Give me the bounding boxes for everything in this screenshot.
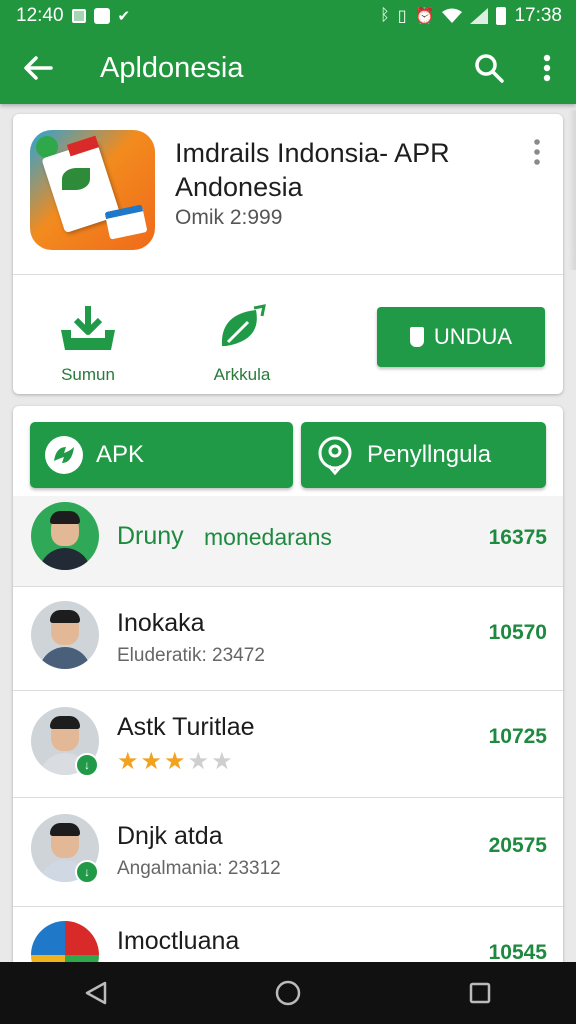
download-button[interactable]: UNDUA [377,307,545,367]
results-list-card: APK Penyllngula Druny monedarans 16375 I… [13,406,563,1007]
nav-back-button[interactable] [56,962,136,1024]
list-item[interactable]: ↓ Dnjk atda Angalmania: 23312 20575 [13,798,563,898]
filter-second-label: Penyllngula [367,441,492,468]
star-filled-icon: ★ [140,748,163,775]
filter-second-button[interactable]: Penyllngula [301,422,546,488]
more-options-button[interactable] [518,32,576,104]
leaf-share-icon [221,304,266,346]
system-navigation-bar [0,962,576,1024]
list-item-title: Druny [117,522,184,550]
wifi-icon [442,8,463,23]
app-name: Imdrails Indonsia- APR Andonesia [175,138,450,202]
app-meta: Omik 2:999 [175,206,283,229]
avatar [31,502,99,570]
more-vert-icon [543,54,551,82]
list-item-count: 10570 [488,621,547,644]
share-action-label: Arkkula [213,365,271,384]
list-item-title: Dnjk atda [117,822,223,850]
star-filled-icon: ★ [117,748,139,775]
battery-icon [496,7,507,25]
edge-shadow [568,110,576,270]
triangle-back-icon [85,981,107,1005]
avatar-hair [50,610,80,623]
more-vert-icon [534,139,540,165]
list-item-subtitle: Eluderatik: 23472 [117,645,265,666]
list-item-title: Astk Turitlae [117,713,255,741]
nav-recents-button[interactable] [440,962,520,1024]
leaf-icon [62,168,90,190]
avatar-hair [50,511,80,524]
search-icon [475,54,504,83]
status-bar: 12:40 ✔ ᛒ ▯ ⏰ 17:38 [0,0,576,32]
apk-logo-icon [45,436,83,474]
top-app-bar: 12:40 ✔ ᛒ ▯ ⏰ 17:38 Apldonesia [0,0,576,104]
save-action-button[interactable]: Sumun [33,304,143,385]
share-action-button[interactable]: Arkkula [187,304,297,385]
app-overflow-button[interactable] [533,138,549,166]
filter-apk-button[interactable]: APK [30,422,293,488]
status-time-left: 12:40 [16,5,64,26]
toolbar-title: Apldonesia [100,51,244,84]
bluetooth-icon: ᛒ [380,7,390,24]
star-empty-icon: ★ [187,748,210,775]
shield-icon [409,327,424,347]
avatar-body [39,548,91,570]
list-item-title: Imoctluana [117,927,240,955]
download-button-label: UNDUA [433,324,513,349]
filter-apk-label: APK [96,441,145,468]
status-time-right: 17:38 [514,5,562,26]
rating-stars: ★ ★ ★ ★ ★ [117,747,233,776]
list-item[interactable]: Inokaka Eluderatik: 23472 10570 [13,587,563,687]
divider [13,274,563,275]
square-recents-icon [469,982,491,1004]
gallery-notification-icon [71,9,86,23]
location-pin-icon [318,436,352,475]
nav-home-button[interactable] [248,962,328,1024]
list-item-title: Inokaka [117,609,205,637]
star-empty-icon: ★ [211,748,233,775]
list-item-count: 16375 [488,526,547,549]
list-item-count: 20575 [488,834,547,857]
avatar-hair [50,716,80,729]
download-badge-icon: ↓ [75,860,99,884]
list-item[interactable]: Druny monedarans 16375 [13,496,563,596]
search-button[interactable] [460,32,518,104]
avatar-hair [50,823,80,836]
status-right: ᛒ ▯ ⏰ 17:38 [380,5,562,27]
circle-home-icon [275,980,301,1006]
download-badge-icon: ↓ [75,753,99,777]
app-header-card: Imdrails Indonsia- APR Andonesia Omik 2:… [13,114,563,394]
list-item-count: 10725 [488,725,547,748]
back-button[interactable] [0,32,76,104]
back-arrow-icon [24,56,53,80]
check-notification-icon: ✔ [117,8,131,25]
list-item-subtitle: monedarans [204,524,332,550]
list-item-subtitle: Angalmania: 23312 [117,858,281,879]
list-item[interactable]: ↓ Astk Turitlae ★ ★ ★ ★ ★ 10725 [13,691,563,791]
avatar [31,601,99,669]
save-action-label: Sumun [61,365,115,384]
avatar-body [39,647,91,669]
alarm-icon: ⏰ [414,8,435,25]
status-left: 12:40 ✔ [16,5,130,27]
cell-signal-icon [470,8,489,24]
toolbar: Apldonesia [0,32,576,104]
download-icon [61,306,115,350]
app-icon[interactable] [30,130,155,250]
message-notification-icon [93,8,110,24]
vibrate-icon: ▯ [397,8,407,25]
star-filled-icon: ★ [164,748,186,775]
